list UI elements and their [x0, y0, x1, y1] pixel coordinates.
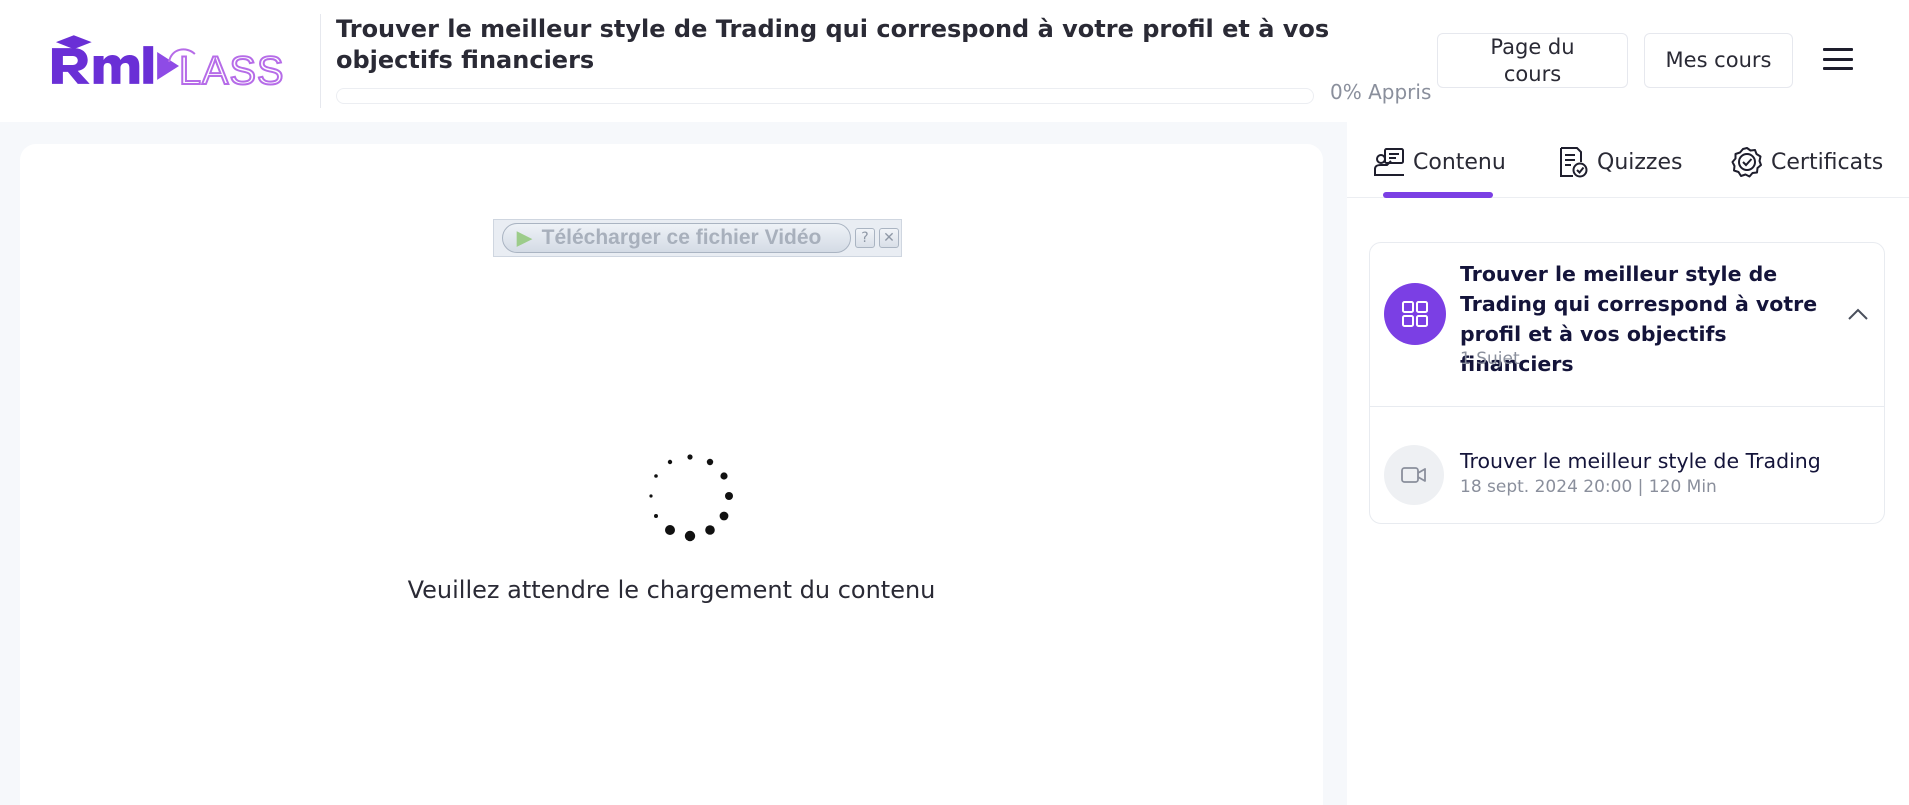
- my-courses-button-label: Mes cours: [1665, 48, 1772, 72]
- header-divider: [320, 14, 321, 108]
- loading-spinner-icon: [649, 454, 733, 542]
- course-section-card: Trouver le meilleur style de Trading qui…: [1369, 242, 1885, 524]
- progress-label: 0% Appris: [1330, 80, 1432, 104]
- svg-text:LASS: LASS: [179, 49, 284, 88]
- certificate-icon: [1731, 147, 1762, 178]
- download-video-button[interactable]: ▶ Télécharger ce fichier Vidéo: [502, 223, 851, 253]
- tab-certificats-label: Certificats: [1771, 149, 1884, 175]
- hamburger-icon[interactable]: [1820, 44, 1856, 74]
- close-icon[interactable]: ✕: [879, 228, 899, 248]
- course-sidebar: Contenu Quizzes Certificats Trouver le m…: [1347, 122, 1909, 805]
- top-header: LASS Trouver le meilleur style de Tradin…: [0, 0, 1909, 122]
- course-page-button[interactable]: Page du cours: [1437, 33, 1628, 88]
- lesson-meta: 18 sept. 2024 20:00 | 120 Min: [1460, 477, 1717, 497]
- video-icon: [1384, 445, 1444, 505]
- sidebar-tabs: Contenu Quizzes Certificats: [1347, 122, 1909, 198]
- video-download-toolbar: ▶ Télécharger ce fichier Vidéo ? ✕: [493, 219, 902, 257]
- lesson-item[interactable]: Trouver le meilleur style de Trading 18 …: [1370, 407, 1884, 523]
- content-icon: [1374, 148, 1404, 176]
- active-tab-indicator: [1383, 192, 1493, 198]
- tab-certificats[interactable]: Certificats: [1731, 144, 1883, 180]
- lesson-title: Trouver le meilleur style de Trading: [1460, 449, 1821, 473]
- tab-contenu[interactable]: Contenu: [1373, 144, 1506, 180]
- loading-message: Veuillez attendre le chargement du conte…: [407, 576, 936, 604]
- section-header[interactable]: Trouver le meilleur style de Trading qui…: [1370, 243, 1884, 407]
- section-topic-count: 1 Sujet: [1460, 349, 1520, 369]
- course-page-button-label: Page du cours: [1490, 34, 1575, 86]
- tab-quizzes-label: Quizzes: [1597, 149, 1683, 175]
- chevron-up-icon[interactable]: [1847, 307, 1869, 321]
- rmiclass-logo[interactable]: LASS: [48, 30, 308, 90]
- lesson-content-panel: ▶ Télécharger ce fichier Vidéo ? ✕ Veuil…: [20, 144, 1323, 805]
- course-progress-bar: [336, 88, 1314, 104]
- download-video-label: Télécharger ce fichier Vidéo: [541, 226, 822, 249]
- my-courses-button[interactable]: Mes cours: [1644, 33, 1793, 88]
- page-title: Trouver le meilleur style de Trading qui…: [336, 15, 1330, 74]
- tab-contenu-label: Contenu: [1413, 149, 1506, 175]
- help-icon[interactable]: ?: [855, 228, 875, 248]
- quiz-icon: [1560, 147, 1588, 178]
- grid-icon: [1384, 283, 1446, 345]
- play-icon: ▶: [517, 227, 532, 249]
- tab-quizzes[interactable]: Quizzes: [1557, 144, 1682, 180]
